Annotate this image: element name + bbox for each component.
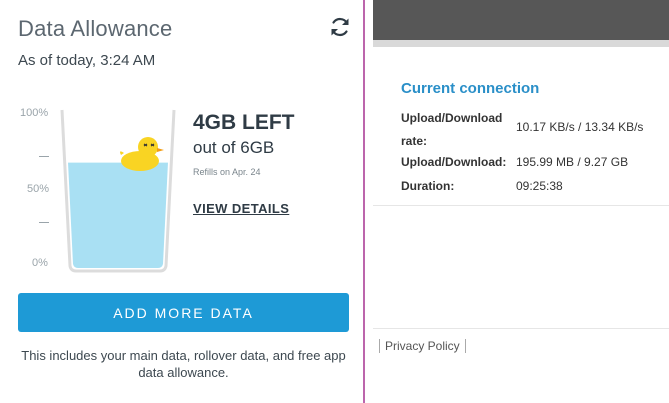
privacy-policy-link[interactable]: Privacy Policy — [379, 339, 466, 353]
water-fill — [68, 162, 168, 268]
data-allowance-card: Data Allowance As of today, 3:24 AM 100%… — [0, 0, 363, 403]
header-shadow — [373, 40, 669, 47]
data-total: out of 6GB — [193, 138, 275, 157]
allowance-footnote: This includes your main data, rollover d… — [21, 348, 346, 380]
refill-date: Refills on Apr. 24 — [193, 167, 261, 177]
axis-label-100: 100% — [20, 107, 49, 119]
axis-label-50: 50% — [27, 183, 50, 195]
rubber-duck-icon — [120, 137, 164, 171]
transfer-value: 195.99 MB / 9.27 GB — [516, 155, 629, 169]
card-title: Data Allowance — [18, 16, 173, 41]
duration-label: Duration: — [401, 179, 455, 193]
add-more-data-button[interactable]: ADD MORE DATA — [18, 293, 349, 332]
footer-links: Privacy Policy — [379, 339, 466, 353]
transfer-label: Upload/Download: — [401, 155, 507, 169]
refresh-icon[interactable] — [328, 15, 352, 39]
as-of-timestamp: As of today, 3:24 AM — [18, 52, 156, 69]
separator — [373, 205, 669, 206]
separator — [373, 328, 669, 329]
rate-label: Upload/Download rate: — [401, 111, 503, 148]
axis-tick — [39, 222, 49, 223]
connection-panel: Current connection Upload/Download rate:… — [365, 0, 669, 403]
view-details-link[interactable]: VIEW DETAILS — [193, 201, 289, 216]
data-remaining: 4GB LEFT — [193, 111, 295, 134]
header-bar — [373, 0, 669, 40]
current-connection-title: Current connection — [401, 80, 540, 97]
duration-value: 09:25:38 — [516, 179, 563, 193]
axis-tick — [39, 156, 49, 157]
axis-label-0: 0% — [32, 257, 48, 269]
rate-value: 10.17 KB/s / 13.34 KB/s — [516, 120, 644, 134]
